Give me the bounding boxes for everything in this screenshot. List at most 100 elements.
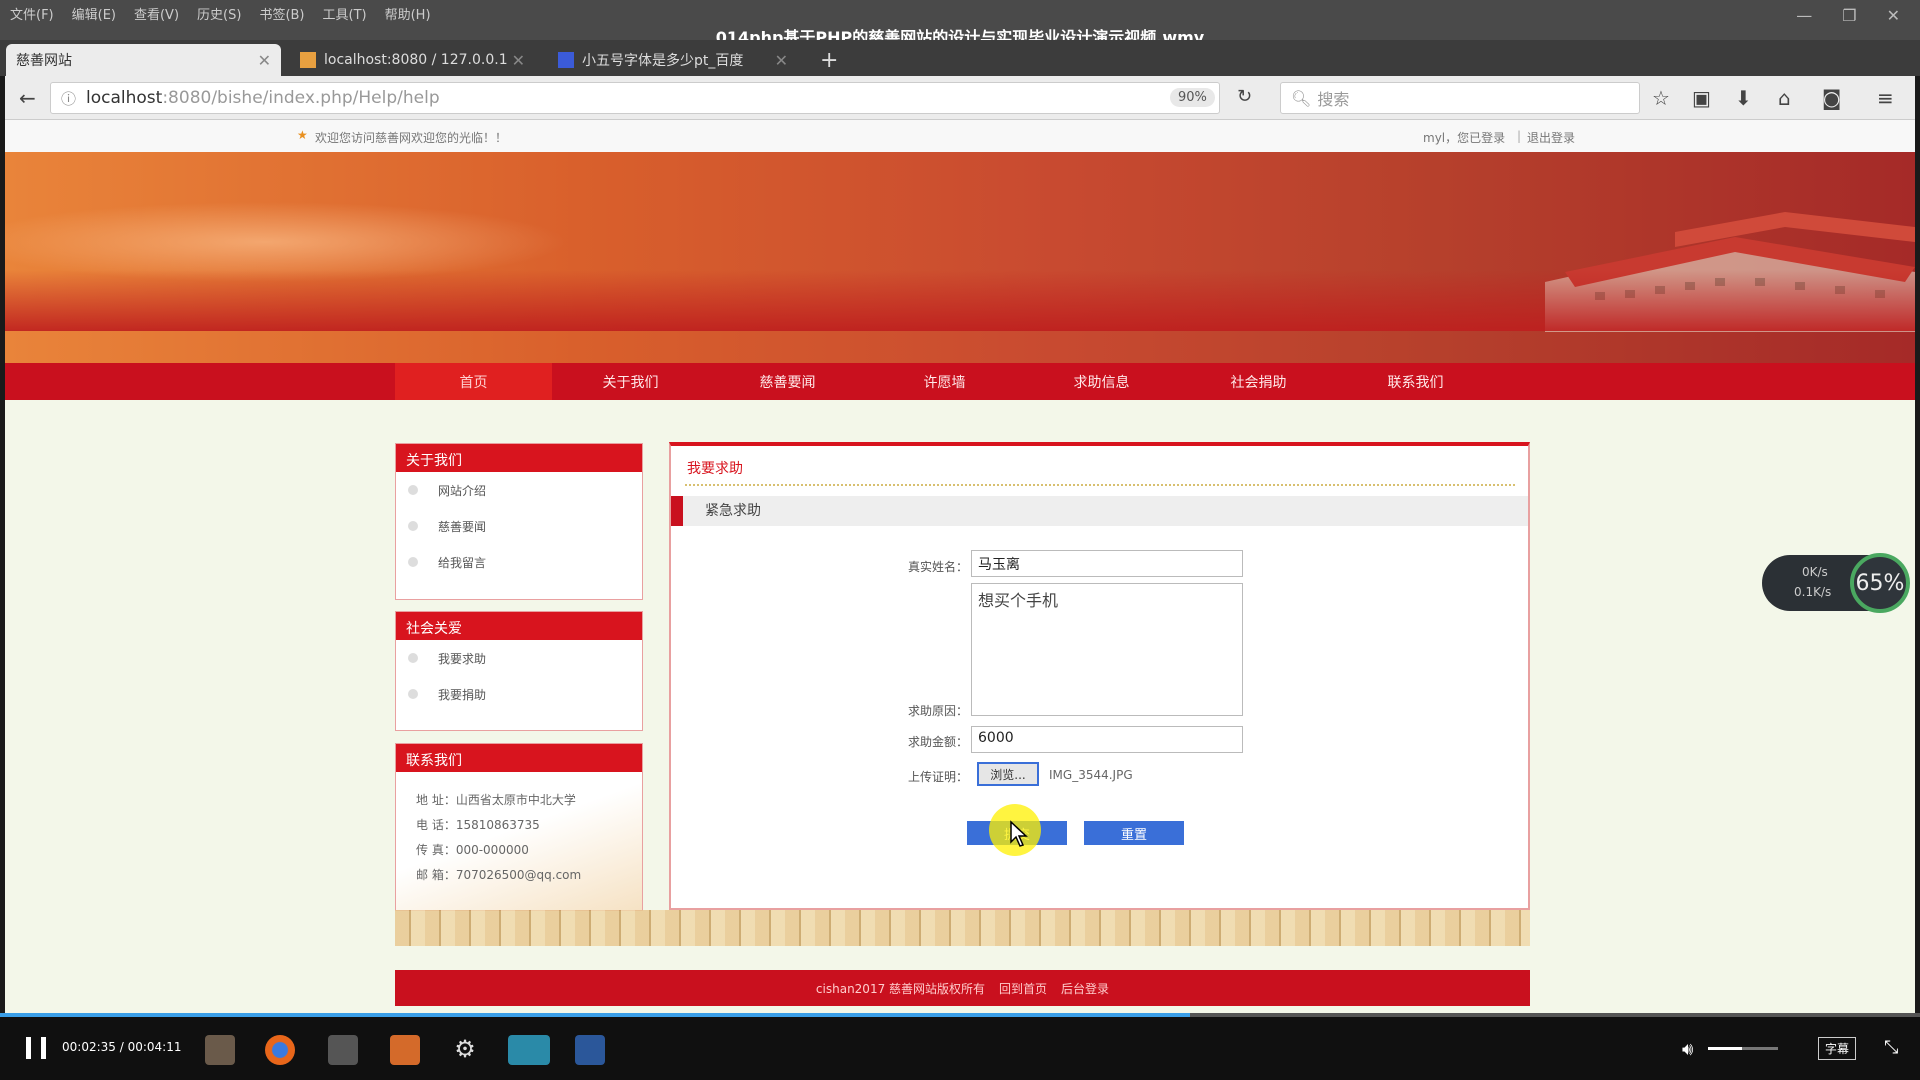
navigation-bar: ← ⓘ localhost:8080/bishe/index.php/Help/…: [5, 76, 1915, 120]
tab-close-icon[interactable]: ✕: [512, 51, 525, 70]
home-icon[interactable]: ⌂: [1778, 86, 1791, 110]
nav-news[interactable]: 慈善要闻: [709, 363, 866, 400]
app-icon[interactable]: [508, 1035, 550, 1065]
download-speed: 0.1K/s: [1794, 585, 1832, 599]
nav-donation[interactable]: 社会捐助: [1180, 363, 1337, 400]
name-label: 真实姓名：: [907, 560, 968, 574]
bookmark-star-icon[interactable]: ☆: [1652, 86, 1670, 110]
menu-bookmarks[interactable]: 书签(B): [259, 4, 304, 23]
explorer-icon[interactable]: [205, 1035, 235, 1065]
tab-close-icon[interactable]: ✕: [258, 51, 271, 70]
subtitle-button[interactable]: 字幕: [1818, 1037, 1857, 1060]
section-title: 紧急求助: [671, 496, 1528, 526]
settings-gear-icon[interactable]: ⚙: [450, 1035, 480, 1065]
sidebar-item-donate[interactable]: 我要捐助: [396, 676, 642, 712]
reload-icon[interactable]: ↻: [1237, 86, 1252, 107]
tab-label: 小五号字体是多少pt_百度: [582, 53, 744, 69]
sidebar-item-message[interactable]: 给我留言: [396, 544, 642, 580]
fullscreen-exit-icon[interactable]: ⤡: [1884, 1037, 1898, 1058]
download-icon[interactable]: ⬇: [1735, 86, 1752, 110]
url-bar[interactable]: ⓘ localhost:8080/bishe/index.php/Help/he…: [50, 82, 1220, 114]
logout-link[interactable]: 退出登录: [1527, 129, 1575, 146]
volume-slider[interactable]: [1708, 1047, 1778, 1050]
tab-baidu[interactable]: 小五号字体是多少pt_百度 ✕: [548, 44, 798, 76]
store-icon[interactable]: [328, 1035, 358, 1065]
tab-bar: 慈善网站 ✕ localhost:8080 / 127.0.0.1 ✕ 小五号字…: [0, 40, 1920, 76]
sidebar-item-label: 我要求助: [438, 651, 487, 666]
menu-edit[interactable]: 编辑(E): [72, 4, 116, 23]
reset-button[interactable]: 重置: [1084, 821, 1184, 845]
url-path: :8080/bishe/index.php/Help/help: [162, 88, 440, 108]
menu-tools[interactable]: 工具(T): [323, 4, 367, 23]
mouse-cursor-icon: [1010, 820, 1028, 847]
web-page: ★ 欢迎您访问慈善网欢迎您的光临！！ myl，您已登录 | 退出登录 首页 关于…: [5, 120, 1915, 1015]
nav-contact[interactable]: 联系我们: [1337, 363, 1494, 400]
sidebar-about: 关于我们 网站介绍 慈善要闻 给我留言: [395, 443, 643, 600]
volume-fill: [1708, 1047, 1742, 1050]
server-icon: [300, 52, 316, 68]
minimize-icon[interactable]: —: [1796, 6, 1812, 25]
footer-home-link[interactable]: 回到首页: [999, 980, 1047, 997]
clipboard-icon[interactable]: ▣: [1692, 86, 1711, 110]
close-icon[interactable]: ✕: [1887, 6, 1900, 25]
file-name: IMG_3544.JPG: [1049, 768, 1133, 782]
footer-admin-link[interactable]: 后台登录: [1061, 980, 1109, 997]
tab-label: localhost:8080 / 127.0.0.1: [324, 52, 508, 68]
sidebar-item-request-help[interactable]: 我要求助: [396, 640, 642, 676]
zoom-level[interactable]: 90%: [1170, 88, 1215, 107]
pause-icon[interactable]: [26, 1037, 46, 1059]
site-main-nav: 首页 关于我们 慈善要闻 许愿墙 求助信息 社会捐助 联系我们: [5, 363, 1915, 400]
nav-home[interactable]: 首页: [395, 363, 552, 400]
cpu-gauge: 65%: [1850, 553, 1910, 613]
sidebar-item-site-intro[interactable]: 网站介绍: [396, 472, 642, 508]
bullet-icon: [408, 557, 418, 567]
sidebar-item-label: 我要捐助: [438, 687, 487, 702]
xampp-icon[interactable]: [390, 1035, 420, 1065]
reason-label: 求助原因：: [907, 704, 968, 718]
network-speed-widget[interactable]: 0K/s 0.1K/s 65%: [1762, 553, 1910, 613]
firefox-icon[interactable]: [265, 1035, 295, 1065]
name-field[interactable]: 马玉离: [971, 550, 1243, 577]
nav-about[interactable]: 关于我们: [552, 363, 709, 400]
footer-copyright: cishan2017 慈善网站版权所有: [815, 981, 986, 996]
menu-history[interactable]: 历史(S): [197, 4, 241, 23]
menu-file[interactable]: 文件(F): [10, 4, 54, 23]
taskbar: 00:02:35 / 00:04:11 ⚙ 🔊︎ 字幕 ⤡: [0, 1017, 1920, 1080]
nav-wish-wall[interactable]: 许愿墙: [866, 363, 1023, 400]
sidebar-contact: 联系我们 地 址：山西省太原市中北大学 电 话：15810863735 传 真：…: [395, 743, 643, 911]
tab-charity-site[interactable]: 慈善网站 ✕: [6, 44, 281, 76]
sidebar-item-label: 给我留言: [438, 555, 487, 570]
volume-icon[interactable]: 🔊︎: [1682, 1039, 1693, 1060]
menu-view[interactable]: 查看(V): [134, 4, 179, 23]
search-input[interactable]: 🔍︎ 搜索: [1280, 82, 1640, 114]
contact-address: 地 址：山西省太原市中北大学: [416, 793, 576, 807]
upload-speed: 0K/s: [1802, 565, 1828, 579]
menu-bar: 文件(F) 编辑(E) 查看(V) 历史(S) 书签(B) 工具(T) 帮助(H…: [10, 4, 431, 23]
amount-field[interactable]: 6000: [971, 726, 1243, 753]
sidebar-about-title: 关于我们: [396, 444, 642, 472]
bullet-icon: [408, 689, 418, 699]
back-icon[interactable]: ←: [19, 86, 36, 110]
menu-help[interactable]: 帮助(H): [385, 4, 431, 23]
nav-help-info[interactable]: 求助信息: [1023, 363, 1180, 400]
pocket-icon[interactable]: ◙: [1822, 86, 1841, 110]
panel-title: 我要求助: [687, 461, 743, 477]
sidebar-contact-title: 联系我们: [396, 744, 642, 772]
sidebar-item-news[interactable]: 慈善要闻: [396, 508, 642, 544]
bullet-icon: [408, 653, 418, 663]
hamburger-menu-icon[interactable]: ≡: [1877, 86, 1894, 110]
info-icon[interactable]: ⓘ: [61, 88, 76, 109]
tab-close-icon[interactable]: ✕: [775, 51, 788, 70]
restore-icon[interactable]: ❐: [1842, 6, 1856, 25]
tab-phpmyadmin[interactable]: localhost:8080 / 127.0.0.1 ✕: [290, 44, 535, 76]
browse-button[interactable]: 浏览...: [977, 762, 1039, 786]
window-controls: — ❐ ✕: [1796, 6, 1900, 25]
new-tab-button[interactable]: +: [810, 44, 850, 76]
user-status: myl，您已登录: [1423, 131, 1506, 145]
site-footer: cishan2017 慈善网站版权所有 回到首页 后台登录: [395, 970, 1530, 1006]
decorative-strip: [395, 910, 1530, 946]
video-time: 00:02:35 / 00:04:11: [62, 1040, 182, 1054]
reason-textarea[interactable]: 想买个手机: [971, 583, 1243, 716]
word-icon[interactable]: [575, 1035, 605, 1065]
sidebar-social: 社会关爱 我要求助 我要捐助: [395, 611, 643, 731]
